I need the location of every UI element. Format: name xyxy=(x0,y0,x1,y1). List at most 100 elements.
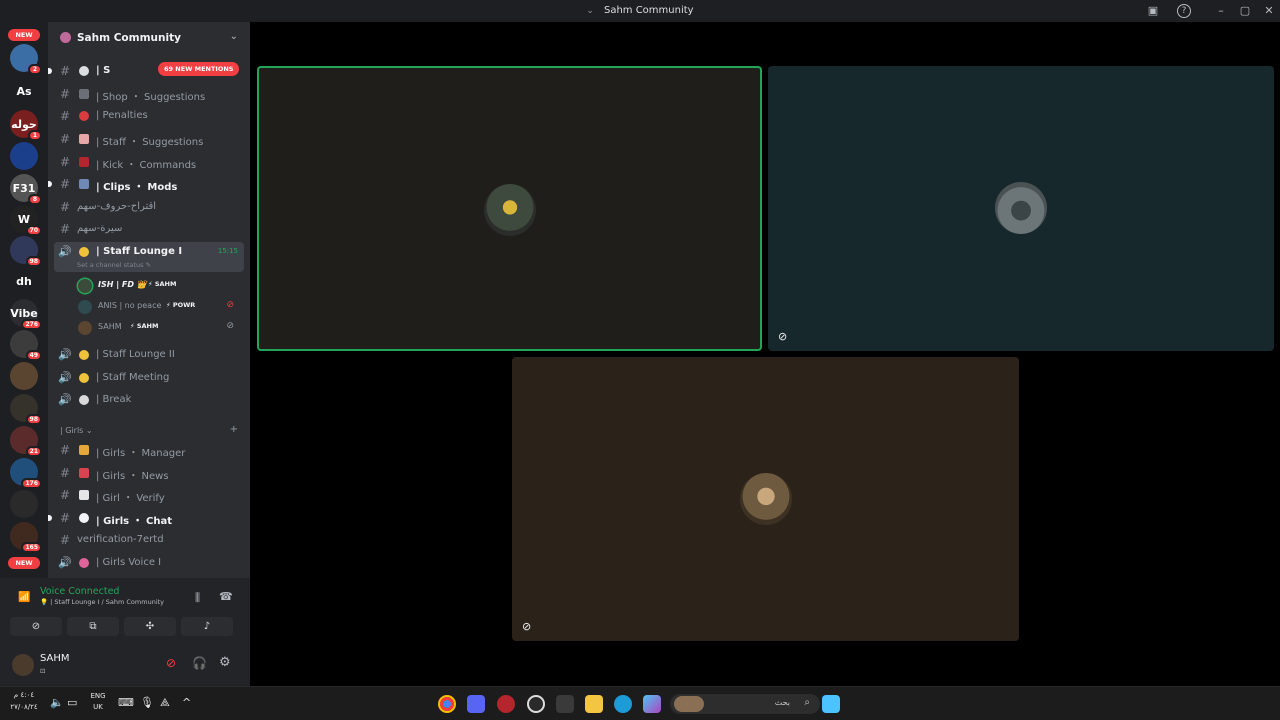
server-icon[interactable]: 2 xyxy=(10,44,42,75)
chrome-icon[interactable] xyxy=(438,695,456,713)
avatar xyxy=(740,473,792,525)
add-channel-icon[interactable]: + xyxy=(230,424,238,435)
discord-icon[interactable] xyxy=(467,695,485,713)
server-icon[interactable] xyxy=(10,142,38,170)
avatar xyxy=(78,300,92,314)
channel-item[interactable]: # | Girls ・ News xyxy=(54,463,244,483)
channel-label: | S xyxy=(96,65,111,76)
mute-mic-icon[interactable]: ⊘ xyxy=(166,656,176,670)
server-icon[interactable] xyxy=(10,362,38,390)
noise-suppression-icon[interactable]: ⫼ xyxy=(195,591,200,605)
voice-user[interactable]: SAHM ⚡ SAHM ⊘ xyxy=(78,318,238,338)
book-icon xyxy=(79,157,89,167)
windows-taskbar: ٤:٠٤ م ٢٧/٠٨/٢٤ 🔈 ▭ ENG UK ⌨ 🎙 ⟁ ^ بحث ⌕ xyxy=(0,686,1280,720)
server-icon[interactable]: 98 xyxy=(10,394,42,425)
server-icon[interactable]: dh xyxy=(10,267,38,295)
region-indicator[interactable]: UK xyxy=(86,703,110,711)
soundboard-button[interactable]: ♪ xyxy=(181,617,233,636)
voice-signal-icon-visible[interactable]: 📶 xyxy=(18,592,30,603)
microphone-icon[interactable]: 🎙 xyxy=(140,696,154,709)
copilot-icon[interactable] xyxy=(643,695,661,713)
language-indicator[interactable]: ENG xyxy=(86,692,110,700)
participant-tile[interactable]: ⊘ xyxy=(768,66,1274,351)
unread-badge: 49 xyxy=(25,350,42,361)
voice-user[interactable]: ISH | FD 👑 ⚡ SAHM xyxy=(78,276,238,296)
server-icon[interactable]: Vibe 276 xyxy=(10,299,42,330)
new-servers-pill-bottom[interactable]: NEW xyxy=(8,557,40,569)
camera-off-button[interactable]: ⊘ xyxy=(10,617,62,636)
speaker-icon[interactable]: 🔈 xyxy=(50,696,64,709)
server-icon[interactable]: 98 xyxy=(10,236,42,267)
server-icon[interactable]: W 70 xyxy=(10,205,42,236)
category-girls[interactable]: | Girls ⌄ xyxy=(60,426,93,435)
taskbar-search[interactable]: بحث ⌕ xyxy=(670,694,820,714)
avatar[interactable] xyxy=(12,654,34,676)
coffee-icon xyxy=(79,395,89,405)
channel-item[interactable]: # | Penalties xyxy=(54,106,244,126)
edge-icon[interactable] xyxy=(614,695,632,713)
channel-item[interactable]: # | Girl ・ Verify xyxy=(54,485,244,505)
store-icon[interactable] xyxy=(556,695,574,713)
gear-icon[interactable]: ⚙ xyxy=(219,655,231,670)
screen-share-button[interactable]: ⧉ xyxy=(67,617,119,636)
inbox-icon[interactable]: ▣ xyxy=(1146,4,1160,18)
new-servers-pill[interactable]: NEW xyxy=(8,29,40,41)
server-icon[interactable]: F31 8 xyxy=(10,174,42,205)
lightbulb-icon xyxy=(79,247,89,257)
minimize-button[interactable]: – xyxy=(1214,4,1228,18)
voice-user-name: ANIS | no peace xyxy=(98,301,162,310)
server-icon[interactable] xyxy=(10,490,38,518)
channel-status[interactable]: Set a channel status ✎ xyxy=(77,261,151,269)
chevron-up-icon[interactable]: ^ xyxy=(182,696,191,709)
channel-item[interactable]: # اقتراح-حروف-سهم xyxy=(54,197,244,217)
user-name[interactable]: SAHM xyxy=(40,653,70,664)
steam-icon[interactable] xyxy=(527,695,545,713)
channel-item[interactable]: # | Clips ・ Mods xyxy=(48,174,244,194)
new-mentions-pill[interactable]: 69 NEW MENTIONS xyxy=(158,62,240,76)
keyboard-icon[interactable]: ⌨ xyxy=(118,696,134,709)
hash-icon: # xyxy=(60,132,71,146)
hash-icon: # xyxy=(60,200,71,214)
headphones-icon[interactable]: 🎧 xyxy=(192,656,207,670)
voice-location[interactable]: 💡 | Staff Lounge I / Sahm Community xyxy=(40,598,164,606)
server-header[interactable]: Sahm Community ⌄ xyxy=(48,22,250,54)
clock-time[interactable]: ٤:٠٤ م xyxy=(6,691,42,699)
voice-channel-active[interactable]: 🔊 | Staff Lounge I 15:15 Set a channel s… xyxy=(54,242,244,272)
maximize-button[interactable]: ▢ xyxy=(1238,4,1252,18)
voice-channel[interactable]: 🔊 | Staff Lounge II xyxy=(54,345,244,365)
participant-tile-speaking[interactable] xyxy=(257,66,762,351)
participant-tile[interactable]: ⊘ xyxy=(512,357,1019,641)
voice-channel[interactable]: 🔊 | Staff Meeting xyxy=(54,368,244,388)
channel-item[interactable]: # | Girls ・ Manager xyxy=(54,440,244,460)
channel-item[interactable]: # | Girls ・ Chat xyxy=(48,508,244,528)
help-icon[interactable]: ? xyxy=(1177,4,1191,18)
server-icon[interactable]: 49 xyxy=(10,330,42,361)
channel-item[interactable]: # | Shop ・ Suggestions xyxy=(54,84,244,104)
server-icon[interactable]: 176 xyxy=(10,458,42,489)
voice-connected-status[interactable]: Voice Connected xyxy=(40,586,119,597)
voice-user[interactable]: ANIS | no peace ⚡ POWR ⊘ xyxy=(78,297,238,317)
voice-channel[interactable]: 🔊 | Girls Voice I xyxy=(54,553,244,573)
search-highlight-image xyxy=(674,696,704,712)
activities-button[interactable]: ✣ xyxy=(124,617,176,636)
close-button[interactable]: ✕ xyxy=(1262,4,1276,18)
clock-date[interactable]: ٢٧/٠٨/٢٤ xyxy=(6,703,42,711)
network-icon[interactable]: ⟁ xyxy=(160,696,170,710)
folder-icon[interactable] xyxy=(585,695,603,713)
channel-label: | Staff Meeting xyxy=(96,372,170,383)
channel-item[interactable]: # | Kick ・ Commands xyxy=(54,152,244,172)
channel-item[interactable]: # سيرة-سهم xyxy=(54,219,244,239)
chevron-down-icon[interactable]: ⌄ xyxy=(230,31,238,42)
server-icon[interactable]: حوله 1 xyxy=(10,110,42,141)
recording-icon[interactable] xyxy=(497,695,515,713)
channel-item[interactable]: # verification-7ertd xyxy=(54,530,244,550)
disconnect-icon[interactable]: ☎ xyxy=(219,590,233,603)
channel-label: | Girls ・ Chat xyxy=(96,516,173,527)
battery-icon[interactable]: ▭ xyxy=(67,696,77,709)
server-icon[interactable]: 165 xyxy=(10,522,42,553)
voice-channel[interactable]: 🔊 | Break xyxy=(54,390,244,410)
channel-item[interactable]: # | Staff ・ Suggestions xyxy=(54,129,244,149)
server-icon[interactable]: As xyxy=(10,77,38,105)
windows-start-icon[interactable] xyxy=(822,695,840,713)
server-icon[interactable]: 21 xyxy=(10,426,42,457)
